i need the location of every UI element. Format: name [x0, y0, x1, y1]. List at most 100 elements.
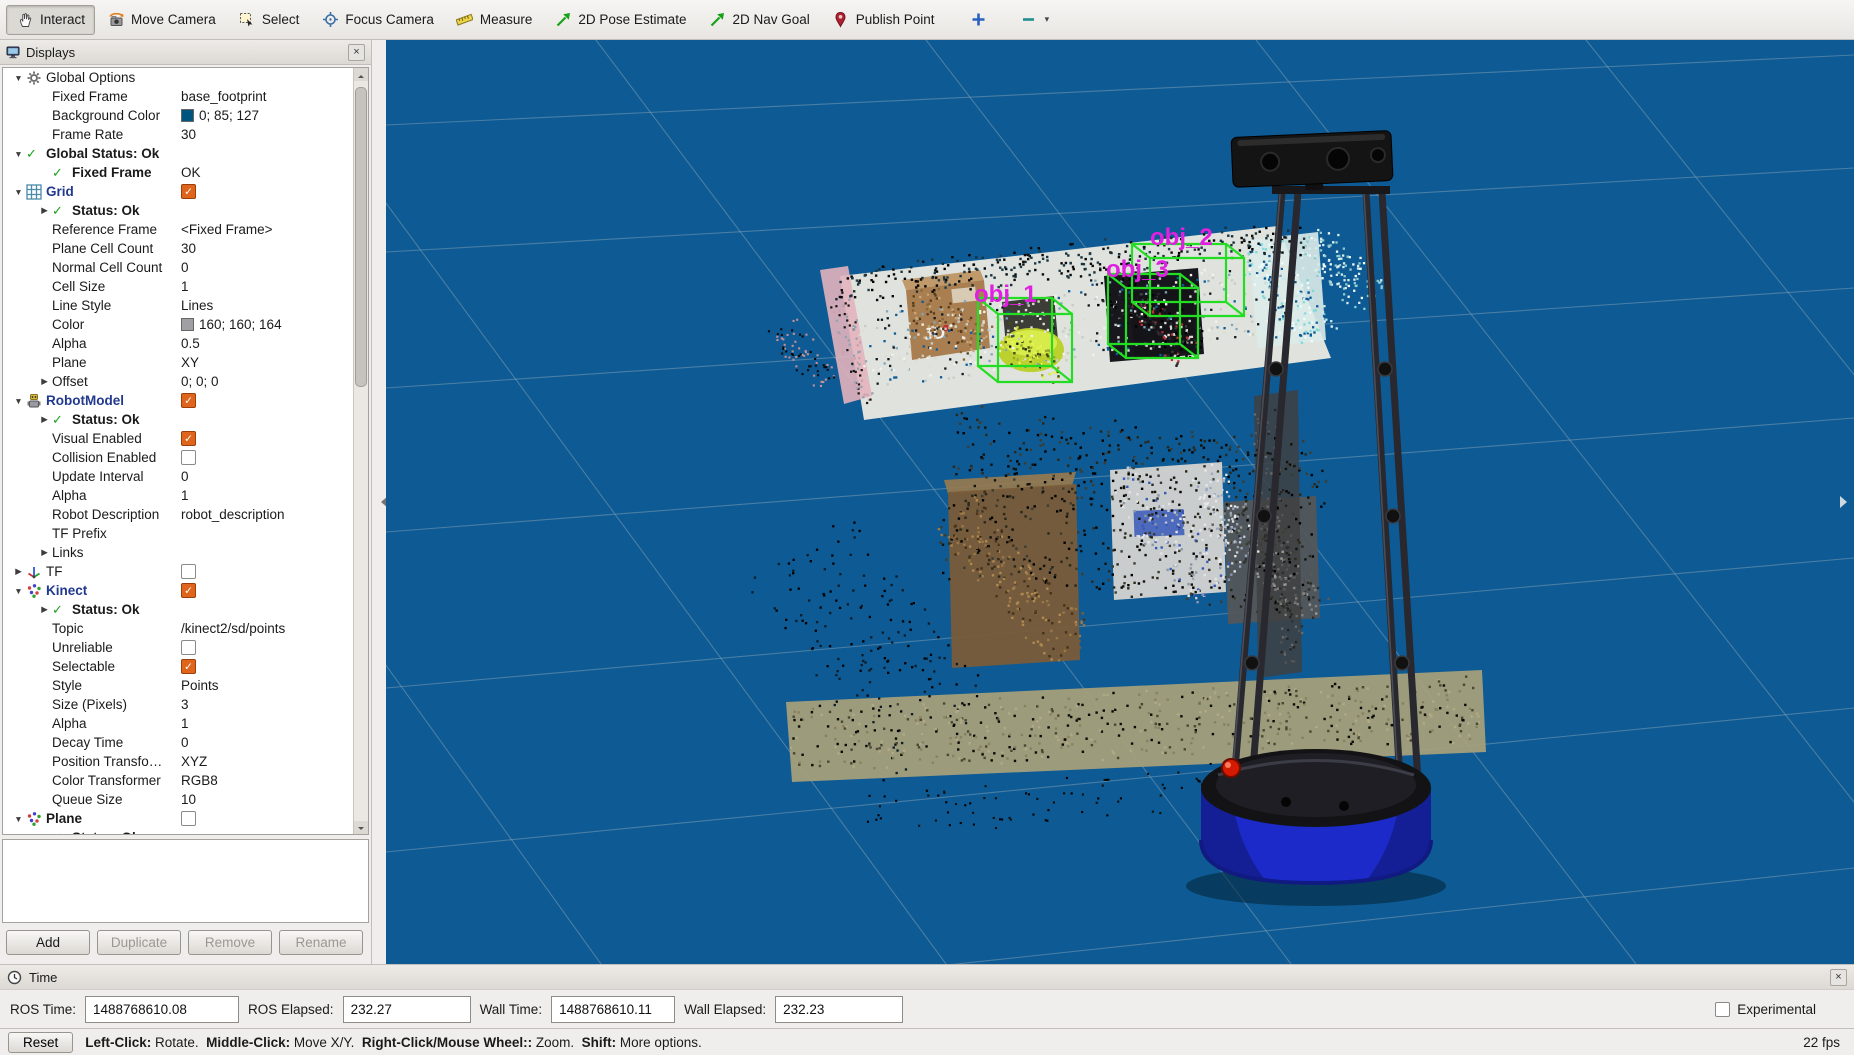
add-tool-button[interactable] [963, 5, 995, 35]
expand-closed-icon[interactable]: ▶ [37, 547, 52, 558]
property-value-plane-cell-count[interactable]: 30 [181, 241, 196, 256]
tree-row-status-ok[interactable]: ▶✓Status: Ok [3, 201, 353, 220]
property-value-fixed-frame[interactable]: base_footprint [181, 89, 267, 104]
focus-camera-tool-button[interactable]: Focus Camera [311, 5, 444, 35]
tree-row-fixed-frame[interactable]: Fixed Framebase_footprint [3, 87, 353, 106]
scrollbar-down-icon[interactable] [354, 821, 368, 834]
rename-display-button[interactable]: Rename [279, 930, 363, 955]
3d-scene[interactable]: JD [386, 40, 1854, 964]
property-value-cell[interactable]: RGB8 [181, 773, 353, 788]
tree-row-topic[interactable]: Topic/kinect2/sd/points [3, 619, 353, 638]
move-camera-tool-button[interactable]: Move Camera [97, 5, 226, 35]
tree-row-line-style[interactable]: Line StyleLines [3, 296, 353, 315]
wall-time-field[interactable] [551, 996, 675, 1023]
collision-enabled-checkbox[interactable] [181, 450, 196, 465]
expand-closed-icon[interactable]: ▶ [37, 376, 52, 387]
tree-row-status-ok[interactable]: ▶✓Status: Ok [3, 600, 353, 619]
property-value-cell[interactable]: OK [181, 165, 353, 180]
property-value-color[interactable]: 160; 160; 164 [199, 317, 282, 332]
ros-elapsed-field[interactable] [343, 996, 471, 1023]
collapse-panel-right-icon[interactable] [1840, 496, 1853, 508]
tree-row-robotmodel[interactable]: ▼RobotModel✓ [3, 391, 353, 410]
property-value-plane[interactable]: XY [181, 355, 199, 370]
remove-tool-button[interactable]: ▾ [1013, 5, 1057, 35]
displays-panel-close-icon[interactable]: × [348, 44, 365, 61]
nav-goal-tool-button[interactable]: 2D Nav Goal [698, 5, 819, 35]
expand-open-icon[interactable]: ▼ [11, 149, 26, 159]
property-value-cell[interactable] [181, 811, 353, 826]
property-value-cell[interactable]: 0 [181, 735, 353, 750]
property-value-cell[interactable]: robot_description [181, 507, 353, 522]
tree-row-plane[interactable]: PlaneXY [3, 353, 353, 372]
tree-row-style[interactable]: StylePoints [3, 676, 353, 695]
plane-checkbox[interactable] [181, 811, 196, 826]
tree-row-tf[interactable]: ▶TF [3, 562, 353, 581]
tree-row-frame-rate[interactable]: Frame Rate30 [3, 125, 353, 144]
tree-row-tf-prefix[interactable]: TF Prefix [3, 524, 353, 543]
property-value-line-style[interactable]: Lines [181, 298, 213, 313]
property-value-cell[interactable]: ✓ [181, 583, 353, 598]
property-value-cell[interactable]: 0.5 [181, 336, 353, 351]
scrollbar-track[interactable] [354, 81, 368, 821]
tree-row-size-pixels-[interactable]: Size (Pixels)3 [3, 695, 353, 714]
displays-panel-header[interactable]: Displays × [0, 40, 371, 65]
tree-row-status-ok[interactable]: ▶✓Status: Ok [3, 828, 353, 834]
property-value-normal-cell-count[interactable]: 0 [181, 260, 189, 275]
property-value-cell[interactable]: Points [181, 678, 353, 693]
select-tool-button[interactable]: Select [228, 5, 310, 35]
expand-open-icon[interactable]: ▼ [11, 396, 26, 406]
property-value-robot-description[interactable]: robot_description [181, 507, 285, 522]
property-value-cell[interactable]: 160; 160; 164 [181, 317, 353, 332]
expand-closed-icon[interactable]: ▶ [37, 604, 52, 615]
property-value-cell[interactable]: 0 [181, 469, 353, 484]
tree-row-reference-frame[interactable]: Reference Frame<Fixed Frame> [3, 220, 353, 239]
property-value-cell[interactable]: /kinect2/sd/points [181, 621, 353, 636]
panel-splitter[interactable] [372, 40, 386, 964]
tree-row-cell-size[interactable]: Cell Size1 [3, 277, 353, 296]
property-value-background-color[interactable]: 0; 85; 127 [199, 108, 259, 123]
expand-open-icon[interactable]: ▼ [11, 814, 26, 824]
tf-checkbox[interactable] [181, 564, 196, 579]
color-swatch[interactable] [181, 109, 194, 122]
duplicate-display-button[interactable]: Duplicate [97, 930, 181, 955]
expand-closed-icon[interactable]: ▶ [37, 205, 52, 216]
tree-row-plane[interactable]: ▼Plane [3, 809, 353, 828]
expand-closed-icon[interactable]: ▶ [11, 566, 26, 577]
property-value-alpha[interactable]: 0.5 [181, 336, 200, 351]
tree-scrollbar[interactable] [353, 68, 368, 834]
property-value-cell[interactable]: 1 [181, 488, 353, 503]
tree-row-alpha[interactable]: Alpha1 [3, 714, 353, 733]
property-value-cell-size[interactable]: 1 [181, 279, 189, 294]
property-value-alpha[interactable]: 1 [181, 716, 189, 731]
tree-row-robot-description[interactable]: Robot Descriptionrobot_description [3, 505, 353, 524]
property-value-cell[interactable]: ✓ [181, 184, 353, 199]
unreliable-checkbox[interactable] [181, 640, 196, 655]
property-value-offset[interactable]: 0; 0; 0 [181, 374, 219, 389]
property-value-cell[interactable]: ✓ [181, 393, 353, 408]
property-value-alpha[interactable]: 1 [181, 488, 189, 503]
scrollbar-up-icon[interactable] [354, 68, 368, 81]
tree-row-grid[interactable]: ▼Grid✓ [3, 182, 353, 201]
experimental-checkbox[interactable] [1715, 1002, 1730, 1017]
property-value-cell[interactable]: 10 [181, 792, 353, 807]
selectable-checkbox[interactable]: ✓ [181, 659, 196, 674]
publish-point-tool-button[interactable]: Publish Point [822, 5, 945, 35]
tree-row-decay-time[interactable]: Decay Time0 [3, 733, 353, 752]
property-value-position-transfo-[interactable]: XYZ [181, 754, 207, 769]
property-value-cell[interactable] [181, 640, 353, 655]
wall-elapsed-field[interactable] [775, 996, 903, 1023]
tree-row-collision-enabled[interactable]: Collision Enabled [3, 448, 353, 467]
tree-row-kinect[interactable]: ▼Kinect✓ [3, 581, 353, 600]
tree-row-update-interval[interactable]: Update Interval0 [3, 467, 353, 486]
property-value-cell[interactable]: 0; 85; 127 [181, 108, 353, 123]
ros-time-field[interactable] [85, 996, 239, 1023]
scrollbar-thumb[interactable] [355, 87, 367, 387]
add-display-button[interactable]: Add [6, 930, 90, 955]
tree-row-status-ok[interactable]: ▶✓Status: Ok [3, 410, 353, 429]
interact-tool-button[interactable]: Interact [6, 5, 95, 35]
time-panel-header[interactable]: Time × [0, 965, 1854, 990]
expand-open-icon[interactable]: ▼ [11, 73, 26, 83]
reset-button[interactable]: Reset [8, 1032, 73, 1053]
property-value-size-pixels-[interactable]: 3 [181, 697, 189, 712]
tree-row-unreliable[interactable]: Unreliable [3, 638, 353, 657]
